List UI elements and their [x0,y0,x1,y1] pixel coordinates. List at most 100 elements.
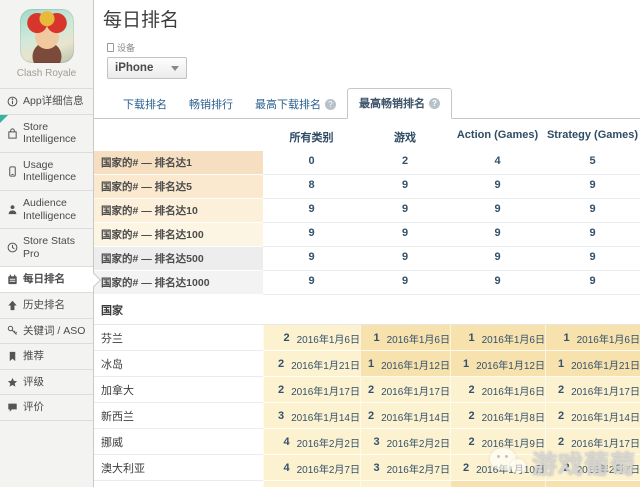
rank-cell: 32016年1月14日 [263,403,360,429]
summary-value: 9 [450,223,545,247]
sidebar-item[interactable]: 关键词 / ASO [0,319,93,345]
rank-date: 2016年1月6日 [577,331,640,346]
country-name: 澳大利亚 [94,455,263,481]
rank-value: 2 [546,462,570,474]
country-rows: 芬兰22016年1月6日12016年1月6日12016年1月6日12016年1月… [94,325,640,487]
sidebar-item[interactable]: 历史排名 [0,293,93,319]
sidebar-item[interactable]: 评级 [0,370,93,396]
app-name: Clash Royale [0,68,93,88]
country-row: 澳大利亚42016年2月7日32016年2月7日22016年1月10日22016… [94,455,640,481]
arrow-up-icon [7,300,18,311]
summary-value: 0 [263,151,360,175]
sidebar-item[interactable]: 每日排名 [0,267,93,293]
device-icon [107,43,114,52]
country-row: 新西兰32016年1月14日22016年1月14日22016年1月8日22016… [94,403,640,429]
app-icon [20,9,74,63]
country-name: 新西兰 [94,403,263,429]
summary-value: 9 [360,199,450,223]
summary-value: 9 [360,271,450,295]
sidebar-item[interactable]: 评价 [0,395,93,421]
rank-date: 2016年1月12日 [381,357,450,372]
summary-row: 国家的# — 排名达5009999 [94,247,640,271]
summary-row: 国家的# — 排名达10009999 [94,271,640,295]
sidebar-item[interactable]: Usage Intelligence [0,153,93,191]
sidebar-item-label: 关键词 / ASO [23,325,85,338]
summary-value: 9 [545,175,640,199]
summary-row: 国家的# — 排名达1009999 [94,223,640,247]
rank-date: 2016年1月6日 [297,331,360,346]
rank-cell: 22016年1月6日 [450,377,545,403]
rank-date: 2016年2月2日 [387,435,450,450]
summary-value: 9 [263,223,360,247]
page-title: 每日排名 [94,0,640,32]
summary-value: 9 [545,199,640,223]
rank-value: 1 [451,332,475,344]
rank-cell: 22016年1月8日 [450,403,545,429]
tab-top-grossing-rank[interactable]: 最高畅销排名 ? [347,88,452,119]
rank-cell: 12016年1月12日 [450,351,545,377]
tab-bar: 下载排名 畅销排行 最高下载排名 ? 最高畅销排名 ? [94,88,640,119]
sidebar-item-label: 推荐 [23,350,44,363]
rank-value: 2 [451,436,475,448]
main-panel: 每日排名 设备 iPhone 下载排名 畅销排行 最高下载排名 ? [94,0,640,487]
summary-row-label: 国家的# — 排名达1 [94,151,263,175]
summary-row: 国家的# — 排名达10245 [94,151,640,175]
section-row: 国家 [94,295,640,325]
column-header: 游戏 [360,119,450,151]
rank-cell: 12016年1月12日 [360,351,450,377]
rank-cell: 22016年1月14日 [360,403,450,429]
rank-cell: 12016年1月21日 [545,351,640,377]
rank-date: 2016年1月12日 [476,357,545,372]
sidebar-item-label: 每日排名 [23,273,65,286]
rank-value: 1 [546,332,570,344]
rank-value: 2 [546,436,564,448]
sidebar-item[interactable]: Store Stats Pro [0,229,93,267]
table-header-row: 所有类别 游戏 Action (Games) Strategy (Games) [94,119,640,151]
rank-value: 2 [451,384,475,396]
rank-cell: 32016年2月7日 [360,455,450,481]
rank-date: 2016年2月7日 [387,461,450,476]
tab-grossing-rank[interactable]: 畅销排行 [178,90,244,119]
device-label: 设备 [117,41,135,54]
rank-value: 4 [264,436,290,448]
rank-cell: 1 2016年1月6日 [545,325,640,351]
app-window: Clash Royale App详细信息Store IntelligenceUs… [0,0,640,487]
key-icon [7,325,18,336]
rank-cell: 22016年1月17日 [360,377,450,403]
rank-cell: 22016年1月14日 [545,403,640,429]
summary-value: 9 [450,271,545,295]
rank-date: 2016年1月17日 [571,383,640,398]
chevron-down-icon [171,66,179,75]
sidebar-item[interactable]: 推荐 [0,344,93,370]
sidebar-item-label: 评级 [23,376,44,389]
summary-value: 9 [450,175,545,199]
sidebar-item[interactable]: App详细信息 [0,89,93,115]
device-select[interactable]: iPhone [107,57,187,79]
rank-value: 2 [264,358,284,370]
rank-cell: 22016年1月17日 [545,377,640,403]
summary-value: 9 [263,271,360,295]
sidebar-item[interactable]: Store Intelligence [0,115,93,153]
tab-download-rank[interactable]: 下载排名 [112,90,178,119]
sidebar-nav: App详细信息Store IntelligenceUsage Intellige… [0,88,93,421]
help-icon[interactable]: ? [429,98,440,109]
country-row: 瑞典52016年1月18日32016年1月18日12016年1月17日12016… [94,481,640,487]
rank-value: 2 [546,410,564,422]
country-name: 挪威 [94,429,263,455]
help-icon[interactable]: ? [325,99,336,110]
rank-value: 3 [264,410,284,422]
sidebar: Clash Royale App详细信息Store IntelligenceUs… [0,0,94,487]
rank-cell: 32016年1月18日 [360,481,450,487]
rank-value: 1 [361,332,380,344]
rank-value: 2 [451,410,475,422]
rank-value: 2 [361,410,374,422]
summary-value: 9 [450,247,545,271]
country-name: 瑞典 [94,481,263,487]
rank-cell: 22016年1月17日 [263,377,360,403]
tab-top-download-rank[interactable]: 最高下载排名 ? [244,90,347,119]
summary-value: 9 [545,247,640,271]
summary-row-label: 国家的# — 排名达10 [94,199,263,223]
sidebar-item[interactable]: Audience Intelligence [0,191,93,229]
summary-value: 9 [545,223,640,247]
rank-cell: 12016年1月6日 [360,325,450,351]
